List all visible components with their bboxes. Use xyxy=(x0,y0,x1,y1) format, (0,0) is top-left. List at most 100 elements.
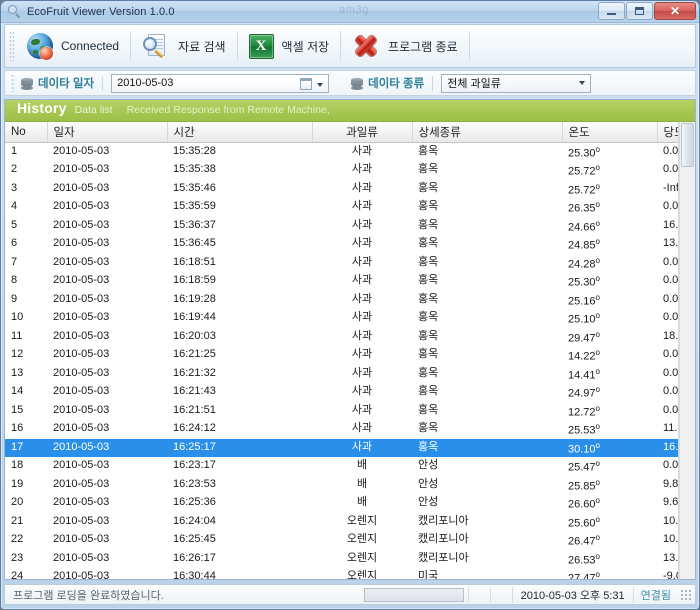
table-row[interactable]: 9 2010-05-03 16:19:28 사과 홍옥 25.16o 0.00 xyxy=(5,291,678,310)
table-row[interactable]: 8 2010-05-03 16:18:59 사과 홍옥 25.30o 0.00 xyxy=(5,272,678,291)
cell-sugar: 0.00 xyxy=(663,163,679,176)
connection-status-button[interactable]: Connected xyxy=(18,26,128,66)
column-header-temp[interactable]: 온도 xyxy=(562,122,658,143)
table-row[interactable]: 18 2010-05-03 16:23:17 배 안성 25.47o 0.00 xyxy=(5,457,678,476)
search-document-icon xyxy=(142,32,170,60)
cell-date: 2010-05-03 xyxy=(53,218,110,231)
cell-sugar: 0.00 xyxy=(663,144,679,157)
table-row[interactable]: 7 2010-05-03 16:18:51 사과 홍옥 24.28o 0.00 xyxy=(5,254,678,273)
scrollbar-thumb[interactable] xyxy=(681,123,694,167)
vertical-scrollbar[interactable] xyxy=(679,122,695,579)
degree-symbol: o xyxy=(595,366,600,376)
cell-detail: 홍옥 xyxy=(418,422,439,435)
data-date-picker[interactable]: 2010-05-03 xyxy=(111,73,330,93)
table-row[interactable]: 172010-05-0316:25:17사과홍옥30.10o16.92 xyxy=(5,438,678,457)
title-watermark: am3g xyxy=(339,4,369,16)
cell-sugar: 0.00 xyxy=(663,200,679,213)
cell-no: 13 xyxy=(11,366,24,379)
column-header-detail[interactable]: 상세종류 xyxy=(412,122,563,143)
cell-fruit: 오렌지 xyxy=(346,533,378,546)
cell-detail: 안성 xyxy=(418,459,439,472)
table-row[interactable]: 6 2010-05-03 15:36:45 사과 홍옥 24.85o 13.76 xyxy=(5,235,678,254)
cell-detail: 홍옥 xyxy=(418,385,439,398)
cell-fruit: 배 xyxy=(356,496,368,509)
table-row[interactable]: 3 2010-05-03 15:35:46 사과 홍옥 25.72o -Infinity xyxy=(5,180,678,199)
cell-date: 2010-05-03 xyxy=(53,292,110,305)
column-header-no[interactable]: No xyxy=(5,122,48,143)
cell-temp: 25.30o xyxy=(568,274,600,289)
cell-no: 24 xyxy=(11,570,24,579)
status-bar: 프로그램 로딩을 완료하였습니다. 2010-05-03 오후 5:31 연결됨 xyxy=(4,584,696,605)
cell-fruit: 사과 xyxy=(351,329,373,342)
table-row[interactable]: 1 2010-05-03 15:35:28 사과 홍옥 25.30o 0.00 xyxy=(5,142,679,161)
cell-detail: 홍옥 xyxy=(412,438,562,457)
degree-symbol: o xyxy=(595,237,600,246)
cell-fruit: 사과 xyxy=(351,385,373,398)
column-header-fruit[interactable]: 과일류 xyxy=(312,122,413,143)
history-header: History Data list Received Response from… xyxy=(5,100,695,122)
table-row[interactable]: 13 2010-05-03 16:21:32 사과 홍옥 14.41o 0.00 xyxy=(5,365,678,384)
column-header-time[interactable]: 시간 xyxy=(167,122,313,143)
cell-temp: 26.53o xyxy=(568,551,600,567)
search-data-button[interactable]: 자료 검색 xyxy=(133,26,235,66)
table-row[interactable]: 22 2010-05-03 16:25:45 오렌지 캤리포니아 26.47o 10.14 xyxy=(5,531,678,550)
cell-time: 16:23:53 xyxy=(173,477,216,490)
table-row[interactable]: 4 2010-05-03 15:35:59 사과 홍옥 26.35o 0.00 xyxy=(5,198,679,217)
exit-program-button[interactable]: 프로그램 종료 xyxy=(343,26,467,66)
degree-symbol: o xyxy=(595,200,600,209)
cell-time: 16:23:17 xyxy=(173,459,216,472)
cell-time: 16:18:59 xyxy=(173,274,216,287)
cell-date: 2010-05-03 xyxy=(53,274,110,287)
cell-sugar: 18.65 xyxy=(663,329,679,342)
close-button[interactable]: ✕ xyxy=(654,2,696,20)
save-excel-button[interactable]: X 액셀 저장 xyxy=(240,26,339,66)
cell-no: 20 xyxy=(11,496,24,509)
column-header-sugar[interactable]: 당도 xyxy=(657,122,678,143)
table-row[interactable]: 16 2010-05-03 16:24:12 사과 홍옥 25.53o 11.63 xyxy=(5,420,678,439)
cell-fruit: 사과 xyxy=(351,237,373,250)
maximize-button[interactable] xyxy=(626,2,653,20)
table-row[interactable]: 19 2010-05-03 16:23:53 배 안성 25.85o 9.82 xyxy=(5,476,678,495)
data-kind-select[interactable]: 전체 과일류 xyxy=(441,73,592,93)
cell-fruit: 사과 xyxy=(351,200,373,213)
table-row[interactable]: 21 2010-05-03 16:24:04 오렌지 캤리포니아 25.60o 10.36 xyxy=(5,513,678,532)
cell-detail: 안성 xyxy=(418,496,439,509)
cell-no: 1 xyxy=(11,144,18,157)
table-row[interactable]: 23 2010-05-03 16:26:17 오렌지 캤리포니아 26.53o 13.14 xyxy=(5,550,678,569)
table-row[interactable]: 11 2010-05-03 16:20:03 사과 홍옥 29.47o 18.65 xyxy=(5,328,679,347)
table-row[interactable]: 24 2010-05-03 16:30:44 오렌지 미국 27.47o -9.04 xyxy=(5,568,678,579)
cell-no: 3 xyxy=(11,181,18,194)
cell-no: 23 xyxy=(11,551,24,564)
toolbar-separator xyxy=(236,31,238,61)
minimize-button[interactable] xyxy=(598,2,625,20)
table-row[interactable]: 12 2010-05-03 16:21:25 사과 홍옥 14.22o 0.00 xyxy=(5,346,679,365)
cell-no: 15 xyxy=(11,403,24,416)
table-row[interactable]: 2 2010-05-03 15:35:38 사과 홍옥 25.72o 0.00 xyxy=(5,161,679,180)
cell-temp: 25.47o xyxy=(568,459,600,474)
cell-temp: 25.60o xyxy=(568,514,600,530)
cell-time: 16:18:51 xyxy=(173,255,216,268)
toolbar-grip[interactable] xyxy=(9,31,14,61)
main-toolbar: Connected 자료 검색 X 액셀 저장 프로그램 종료 xyxy=(4,24,696,68)
cell-time: 16:20:03 xyxy=(173,329,216,342)
cell-time: 16:24:04 xyxy=(173,514,216,527)
table-row[interactable]: 15 2010-05-03 16:21:51 사과 홍옥 12.72o 0.00 xyxy=(5,402,678,421)
table-body: 12010-05-0315:35:28사과홍옥25.30o0.0022010-0… xyxy=(5,142,679,579)
cell-temp: 24.66o xyxy=(568,218,600,234)
table-row[interactable]: 5 2010-05-03 15:36:37 사과 홍옥 24.66o 16.97 xyxy=(5,217,678,236)
degree-symbol: o xyxy=(595,422,600,431)
cell-temp: 24.28o xyxy=(568,255,600,271)
table-row[interactable]: 20 2010-05-03 16:25:36 배 안성 26.60o 9.66 xyxy=(5,494,678,513)
cell-detail: 홍옥 xyxy=(418,329,439,342)
table-row[interactable]: 14 2010-05-03 16:21:43 사과 홍옥 24.97o 0.00 xyxy=(5,383,678,402)
cell-sugar: 0.00 xyxy=(663,348,679,361)
table-row[interactable]: 10 2010-05-03 16:19:44 사과 홍옥 25.10o 0.00 xyxy=(5,309,678,328)
cell-fruit: 사과 xyxy=(351,218,373,231)
filter-bar-grip[interactable] xyxy=(11,74,15,92)
cell-date: 2010-05-03 xyxy=(53,255,110,268)
resize-grip-icon[interactable] xyxy=(680,588,692,601)
degree-symbol: o xyxy=(595,218,600,228)
cell-fruit: 사과 xyxy=(312,438,412,457)
filter-divider xyxy=(432,75,434,91)
column-header-date[interactable]: 일자 xyxy=(47,122,168,143)
